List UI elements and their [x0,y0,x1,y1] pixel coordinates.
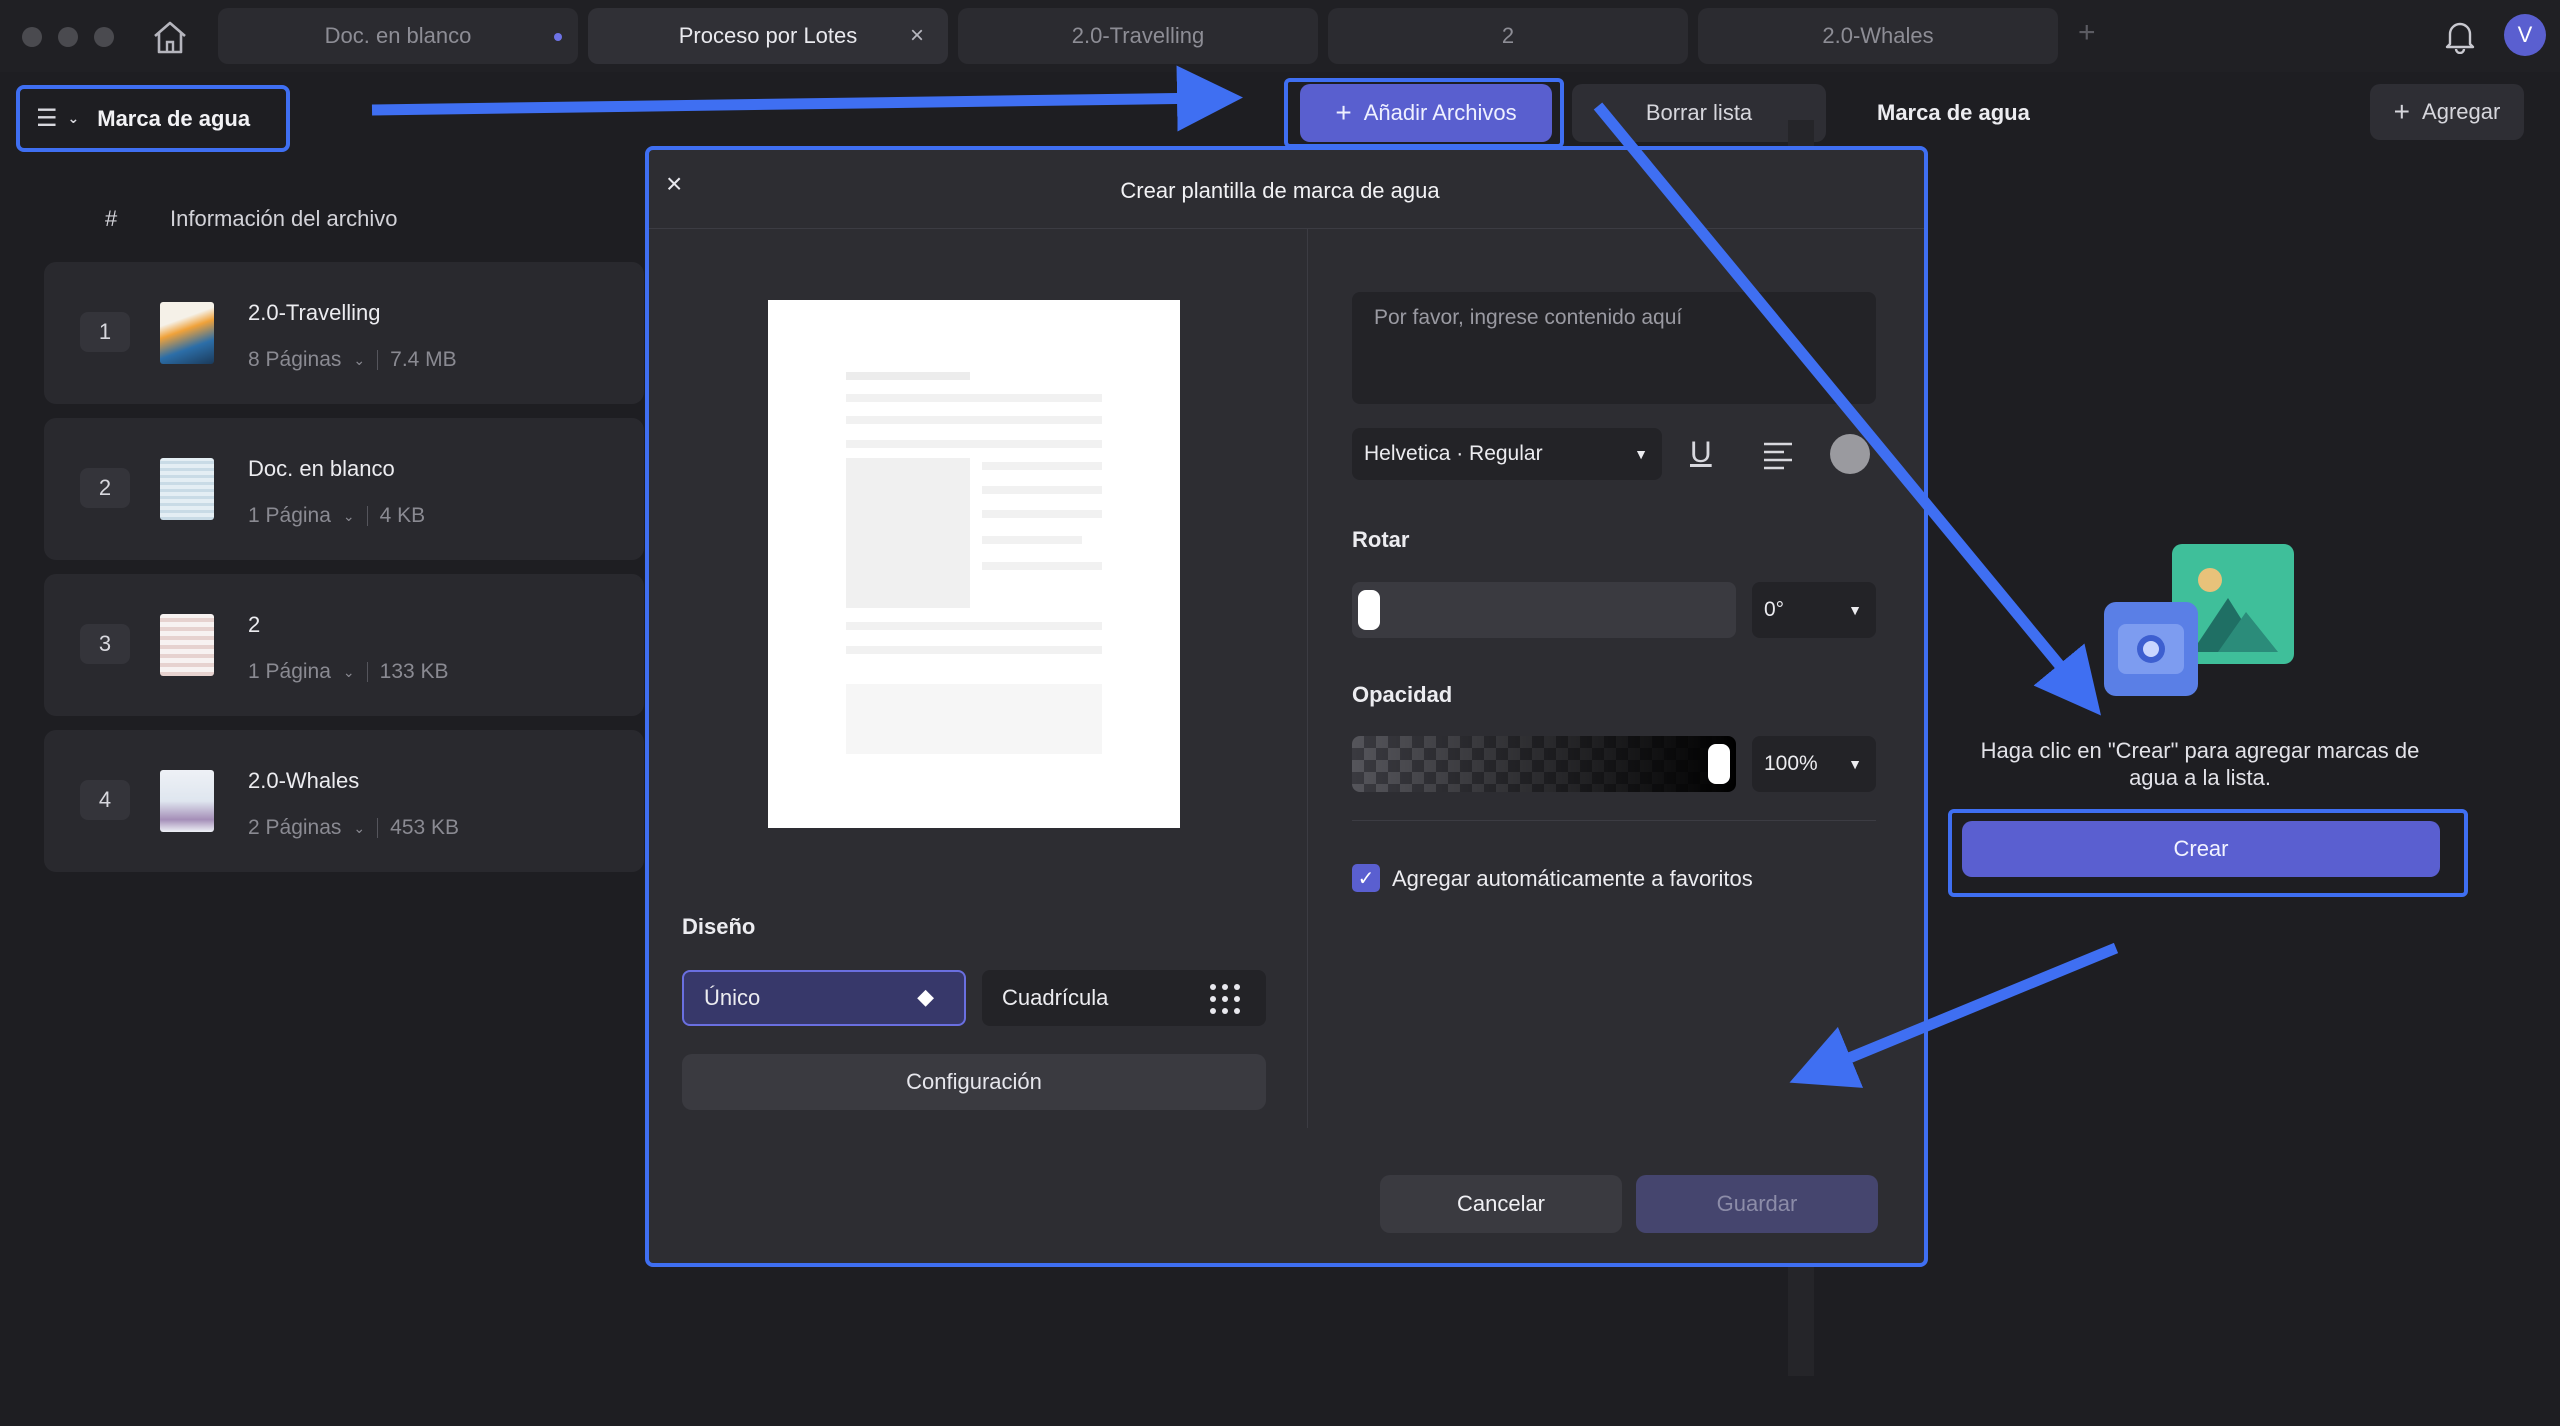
arrow-to-add-files [371,65,1243,132]
arrow-to-create [1593,102,2102,716]
annotation-arrows [371,65,2119,1088]
arrow-to-dialog [1789,942,2119,1088]
